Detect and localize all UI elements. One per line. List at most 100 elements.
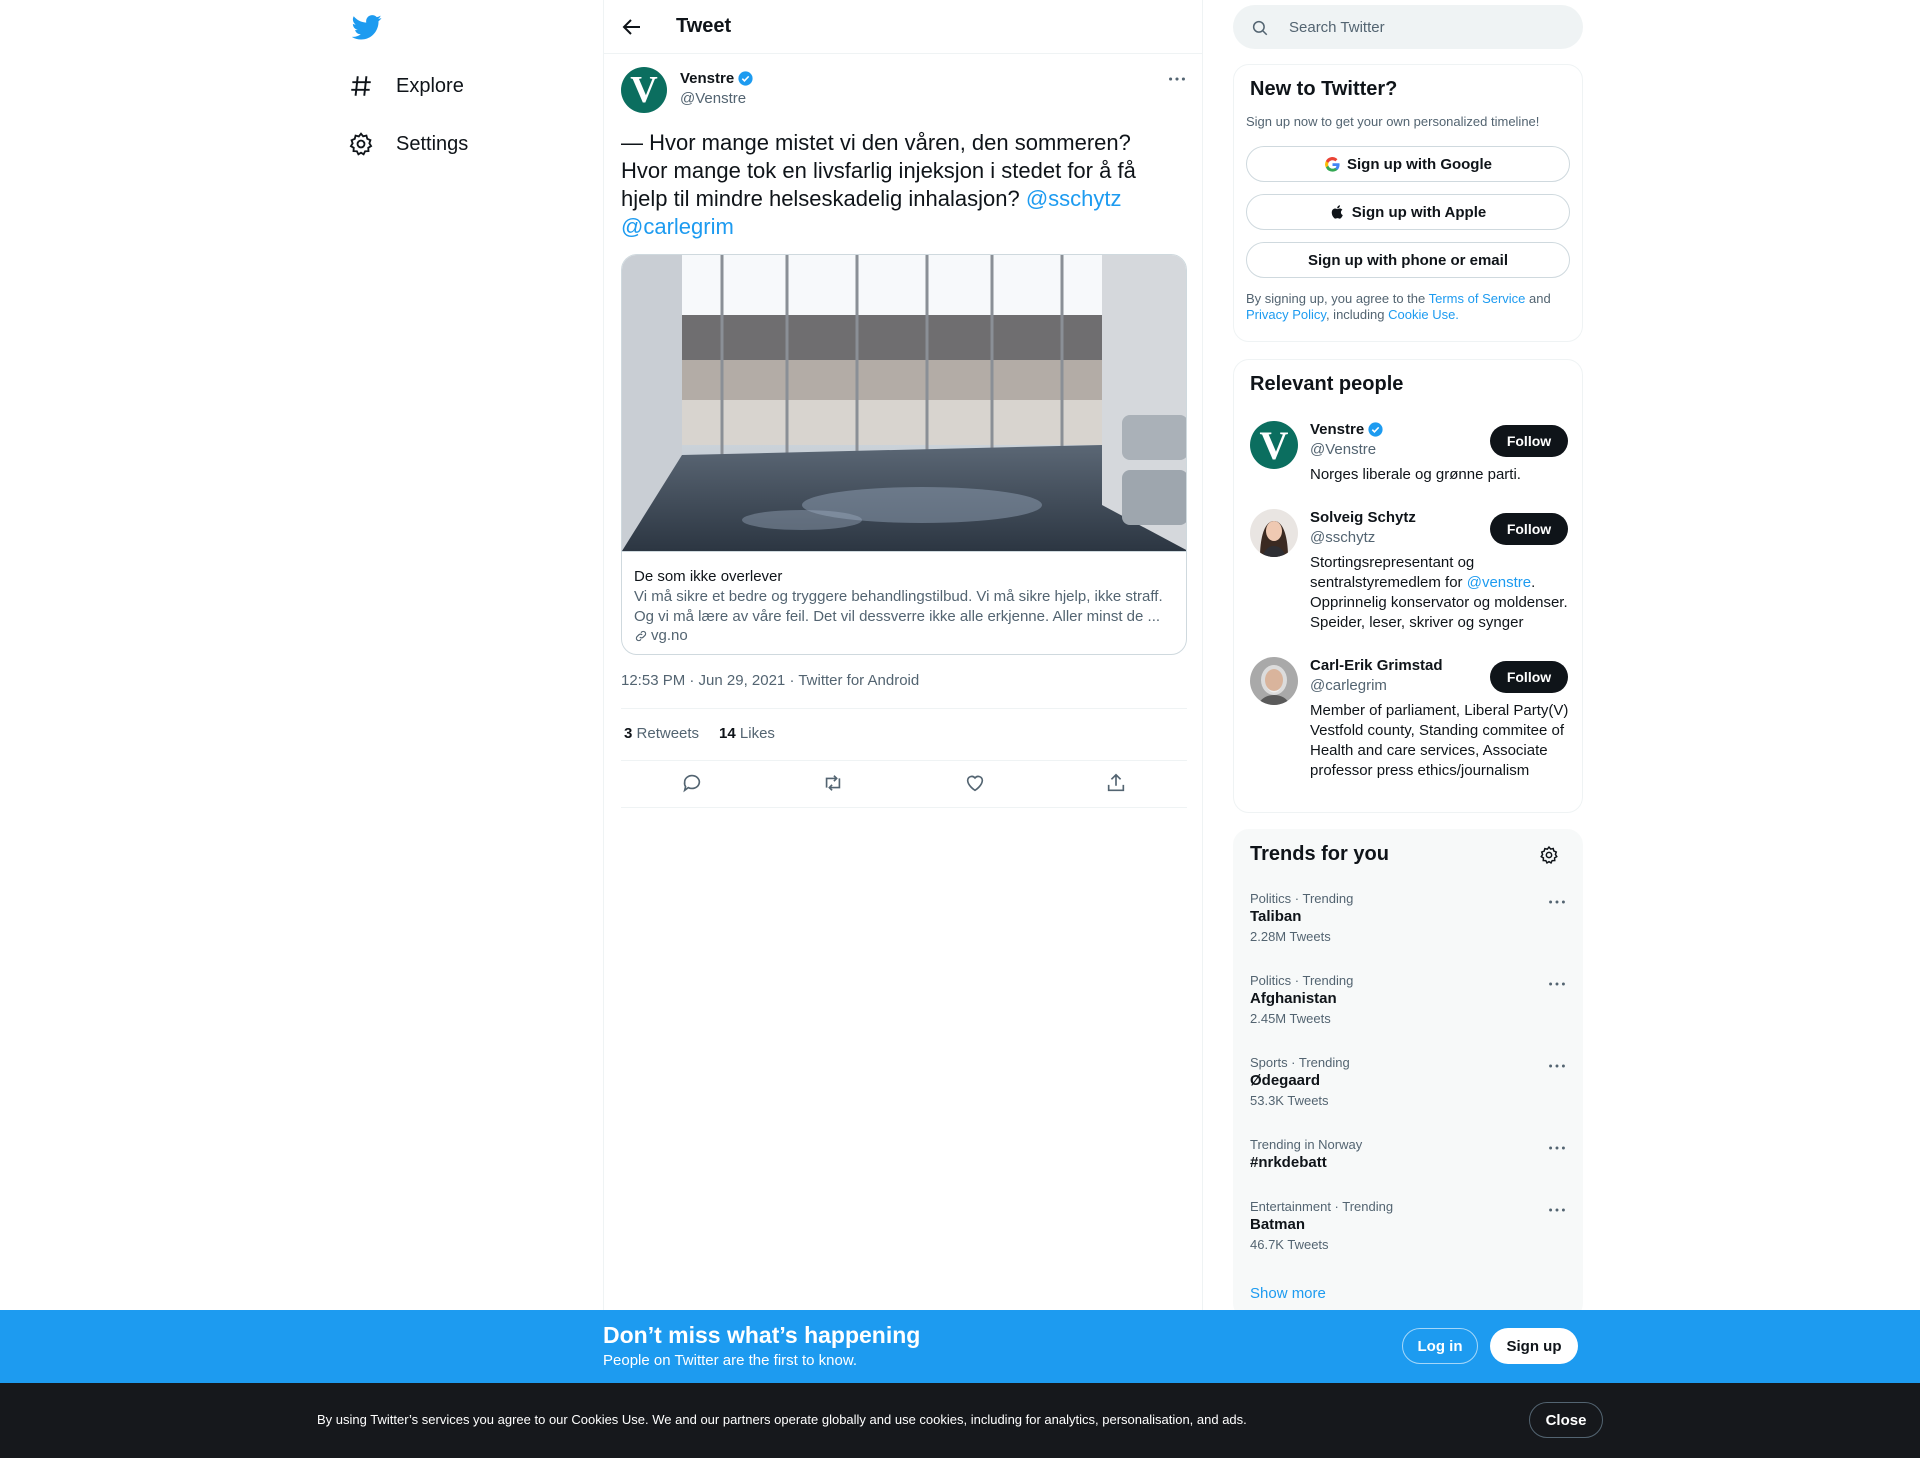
main-column: Tweet V Venstre @Venstre — Hvor mange mi… [603, 0, 1203, 1458]
avatar [1250, 657, 1298, 705]
login-button[interactable]: Log in [1402, 1328, 1478, 1364]
page: Explore Settings Tweet V Venstre @Venstr… [0, 0, 1920, 1458]
trend-item[interactable]: Trending in Norway #nrkdebatt [1250, 1137, 1568, 1171]
search-input[interactable] [1289, 5, 1569, 49]
person-name: Solveig Schytz [1310, 509, 1416, 526]
follow-button[interactable]: Follow [1490, 513, 1568, 545]
signup-phone-button[interactable]: Sign up with phone or email [1246, 242, 1570, 278]
hashtag-icon [351, 76, 371, 96]
banner-title: Don’t miss what’s happening [603, 1322, 921, 1348]
nav-settings-label: Settings [396, 132, 469, 155]
card-domain-text: vg.no [651, 627, 688, 644]
follow-button[interactable]: Follow [1490, 425, 1568, 457]
nav-explore[interactable]: Explore [348, 73, 464, 99]
mention-link[interactable]: @venstre [1467, 574, 1531, 591]
follow-button[interactable]: Follow [1490, 661, 1568, 693]
person-handle: @Venstre [1310, 441, 1377, 458]
trend-name: Ødegaard [1250, 1072, 1321, 1089]
person-name: Carl-Erik Grimstad [1310, 657, 1443, 674]
privacy-link[interactable]: Privacy Policy [1246, 307, 1326, 322]
tweet-header: Tweet [604, 0, 1202, 54]
search-bar[interactable] [1233, 5, 1583, 49]
card-body: De som ikke overlever Vi må sikre et bed… [622, 551, 1186, 654]
trend-name: #nrkdebatt [1250, 1154, 1327, 1171]
tweet-author-name[interactable]: Venstre [680, 70, 754, 87]
person-bio: Stortingsrepresentant og sentralstyremed… [1310, 553, 1572, 633]
relevant-people-box: Relevant people V Venstre @Venstre Norge… [1233, 359, 1583, 813]
likes-label: Likes [739, 725, 775, 742]
trend-context: Entertainment · Trending [1250, 1199, 1394, 1214]
card-description: Vi må sikre et bedre og tryggere behandl… [634, 588, 1163, 625]
tweet-text: — Hvor mange mistet vi den våren, den so… [621, 129, 1181, 241]
nav-settings[interactable]: Settings [348, 131, 468, 157]
trend-item[interactable]: Politics · Trending Taliban 2.28M Tweets [1250, 891, 1568, 944]
tweet-stats: 3 Retweets 14 Likes [624, 725, 775, 742]
trend-name: Batman [1250, 1216, 1306, 1233]
page-title: Tweet [676, 15, 732, 37]
signup-google-label: Sign up with Google [1347, 155, 1492, 173]
card-title: De som ikke overlever [634, 568, 783, 585]
trend-item[interactable]: Politics · Trending Afghanistan 2.45M Tw… [1250, 973, 1568, 1026]
more-options-icon[interactable] [1166, 68, 1188, 90]
more-options-icon[interactable] [1546, 1137, 1568, 1159]
terms-including: , including [1325, 307, 1389, 322]
tweet-timestamp[interactable]: 12:53 PM · Jun 29, 2021 · Twitter for An… [621, 672, 919, 689]
trend-item[interactable]: Sports · Trending Ødegaard 53.3K Tweets [1250, 1055, 1568, 1108]
verified-badge-icon [738, 71, 753, 86]
more-options-icon[interactable] [1546, 973, 1568, 995]
card-domain: vg.no [634, 627, 688, 644]
share-icon[interactable] [1105, 772, 1127, 794]
divider [621, 708, 1187, 709]
verified-badge-icon [1368, 422, 1383, 437]
nav-explore-label: Explore [396, 74, 464, 97]
likes-stat[interactable]: 14 Likes [719, 725, 775, 742]
back-arrow-icon[interactable] [620, 15, 644, 39]
signup-subtitle: Sign up now to get your own personalized… [1246, 114, 1540, 129]
more-options-icon[interactable] [1546, 1055, 1568, 1077]
signup-phone-label: Sign up with phone or email [1307, 251, 1508, 269]
tweet-author-avatar[interactable]: V [621, 67, 667, 113]
trend-context: Trending in Norway [1250, 1137, 1363, 1152]
person-bio: Member of parliament, Liberal Party(V) V… [1310, 702, 1569, 779]
retweet-icon[interactable] [822, 772, 844, 794]
trend-count: 53.3K Tweets [1250, 1093, 1329, 1108]
twitter-logo-icon[interactable] [352, 12, 382, 42]
more-options-icon[interactable] [1546, 891, 1568, 913]
person-handle: @sschytz [1310, 529, 1376, 546]
person-handle: @carlegrim [1310, 677, 1387, 694]
link-icon [635, 630, 647, 641]
retweets-label: Retweets [636, 725, 700, 742]
signup-title: New to Twitter? [1250, 78, 1398, 100]
avatar-letter: V [630, 69, 658, 111]
tweet-actions [621, 772, 1187, 794]
cookie-use-link[interactable]: Cookie Use. [1388, 307, 1459, 322]
tweet-author-handle[interactable]: @Venstre [680, 90, 746, 107]
reply-icon[interactable] [681, 772, 703, 794]
signup-button[interactable]: Sign up [1490, 1328, 1578, 1364]
like-icon[interactable] [964, 772, 986, 794]
trend-count: 46.7K Tweets [1250, 1237, 1329, 1252]
author-name-text: Venstre [680, 70, 735, 87]
gear-icon[interactable] [1539, 845, 1559, 865]
trend-item[interactable]: Entertainment · Trending Batman 46.7K Tw… [1250, 1199, 1568, 1252]
terms-link[interactable]: Terms of Service [1429, 291, 1526, 306]
link-card[interactable]: De som ikke overlever Vi må sikre et bed… [621, 254, 1187, 655]
person-name-text: Venstre [1310, 421, 1365, 438]
close-button[interactable]: Close [1529, 1402, 1603, 1438]
more-options-icon[interactable] [1546, 1199, 1568, 1221]
trends-box: Trends for you Politics · Trending Talib… [1233, 829, 1583, 1319]
mention-link[interactable]: @sschytz [1026, 186, 1122, 211]
signup-apple-label: Sign up with Apple [1351, 203, 1487, 221]
trend-count: 2.45M Tweets [1250, 1011, 1331, 1026]
avatar [1250, 509, 1298, 557]
show-more-link[interactable]: Show more [1250, 1285, 1326, 1302]
trend-count: 2.28M Tweets [1250, 929, 1331, 944]
signup-box: New to Twitter? Sign up now to get your … [1233, 64, 1583, 342]
relevant-title: Relevant people [1250, 373, 1404, 395]
retweets-stat[interactable]: 3 Retweets [624, 725, 699, 742]
mention-link[interactable]: @carlegrim [621, 214, 734, 239]
signup-google-button[interactable]: Sign up with Google [1246, 146, 1570, 182]
terms-text: By signing up, you agree to the Terms of… [1246, 291, 1572, 323]
signup-apple-button[interactable]: Sign up with Apple [1246, 194, 1570, 230]
person-bio: Norges liberale og grønne parti. [1310, 466, 1521, 483]
